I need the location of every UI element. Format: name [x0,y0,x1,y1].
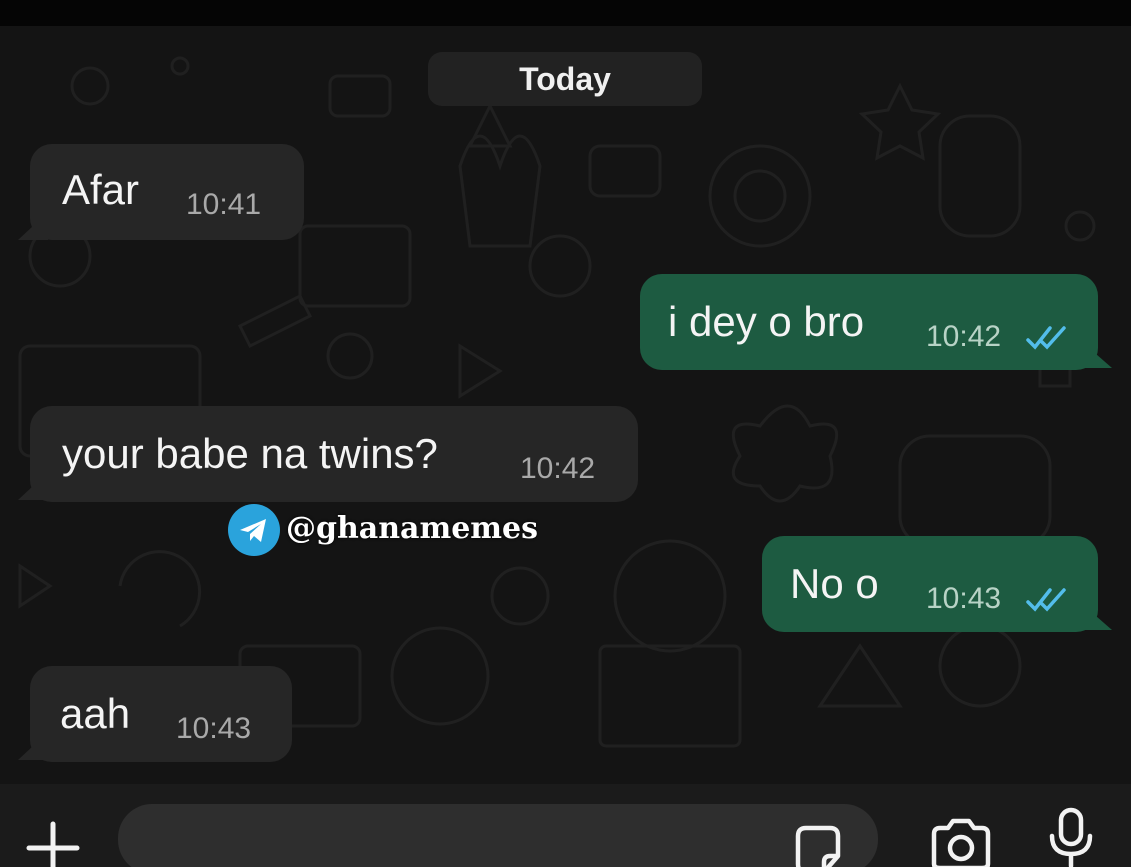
microphone-icon[interactable] [1046,806,1096,867]
status-strip [0,0,1131,26]
message-text: your babe na twins? [62,430,438,477]
message-time: 10:42 [926,320,1002,353]
read-ticks-icon [1026,588,1066,612]
camera-icon[interactable] [928,818,994,867]
message-bubble-incoming[interactable]: your babe na twins? 10:42 [30,406,638,502]
bubble-tail [1080,340,1112,368]
telegram-icon [228,504,280,556]
date-divider: Today [428,52,702,106]
message-bubble-outgoing[interactable]: i dey o bro 10:42 [640,274,1098,370]
message-bubble-incoming[interactable]: Afar 10:41 [30,144,304,240]
plus-icon[interactable] [24,818,82,867]
message-text: i dey o bro [668,298,865,345]
message-text: aah [60,690,131,737]
bubble-tail [18,732,48,760]
read-ticks-icon [1026,326,1066,350]
message-input[interactable] [118,804,878,867]
bubble-tail [1080,602,1112,630]
input-bar [0,784,1131,867]
message-bubble-incoming[interactable]: aah 10:43 [30,666,292,762]
message-time: 10:42 [520,452,596,485]
message-time: 10:41 [186,188,262,221]
chat-area[interactable]: Today Afar 10:41 i dey o bro 10:42 your … [0,26,1131,784]
message-time: 10:43 [176,712,252,745]
bubble-tail [18,212,48,240]
message-text: No o [790,560,879,607]
watermark-handle: @ghanamemes [286,511,539,546]
message-bubble-outgoing[interactable]: No o 10:43 [762,536,1098,632]
sticker-icon[interactable] [790,822,846,867]
bubble-tail [18,472,48,500]
message-text: Afar [62,166,140,213]
message-time: 10:43 [926,582,1002,615]
